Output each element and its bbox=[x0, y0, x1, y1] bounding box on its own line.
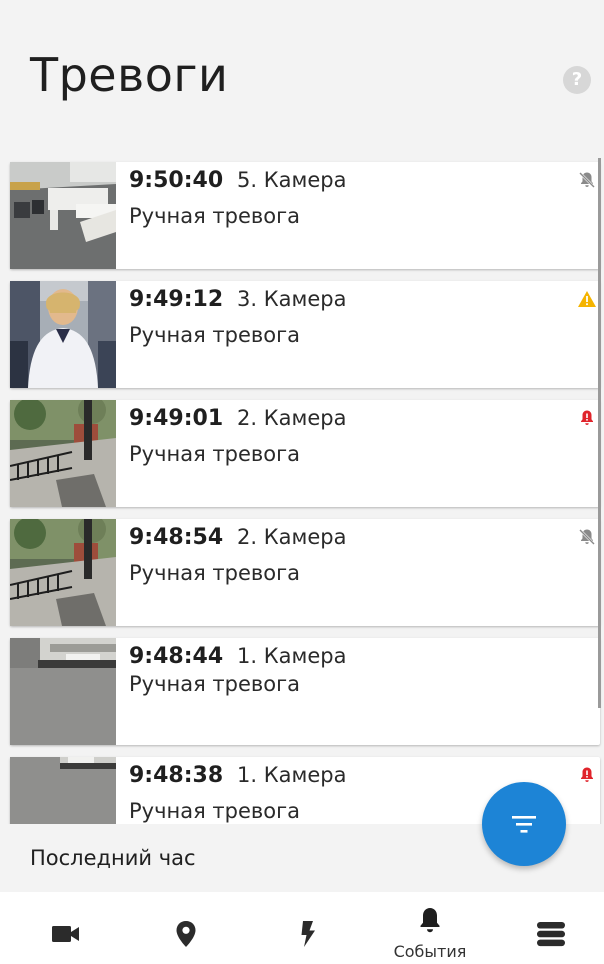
bell-alarm-icon bbox=[581, 767, 593, 782]
event-type: Ручная тревога bbox=[129, 799, 301, 823]
warning-icon bbox=[578, 291, 596, 307]
event-camera: 2. Камера bbox=[237, 406, 347, 430]
event-time: 9:48:38 bbox=[129, 763, 224, 788]
nav-menu[interactable] bbox=[511, 892, 591, 964]
event-camera: 1. Камера bbox=[237, 644, 347, 668]
event-thumbnail bbox=[10, 400, 116, 507]
map-pin-icon bbox=[176, 921, 196, 947]
event-type: Ручная тревога bbox=[129, 672, 301, 696]
bell-icon bbox=[420, 908, 440, 933]
bell-muted-icon bbox=[579, 529, 595, 545]
event-thumbnail bbox=[10, 519, 116, 626]
event-camera: 5. Камера bbox=[237, 168, 347, 192]
event-card[interactable]: 9:48:44 1. Камера Ручная тревога bbox=[10, 638, 600, 745]
event-camera: 1. Камера bbox=[237, 763, 347, 787]
event-thumbnail bbox=[10, 162, 116, 269]
filter-button[interactable] bbox=[482, 782, 566, 866]
bell-alarm-icon bbox=[581, 410, 593, 425]
lightning-icon bbox=[301, 921, 315, 947]
nav-events[interactable]: События bbox=[390, 892, 470, 964]
help-icon[interactable]: ? bbox=[563, 66, 591, 94]
nav-map[interactable] bbox=[146, 892, 226, 964]
app-header: Тревоги ? bbox=[0, 0, 604, 160]
event-card[interactable]: 9:49:01 2. Камера Ручная тревога bbox=[10, 400, 600, 507]
event-card[interactable]: 9:49:12 3. Камера Ручная тревога bbox=[10, 281, 600, 388]
page-title: Тревоги bbox=[30, 48, 229, 102]
event-time: 9:49:01 bbox=[129, 406, 224, 431]
event-camera: 3. Камера bbox=[237, 287, 347, 311]
event-type: Ручная тревога bbox=[129, 204, 301, 228]
event-thumbnail bbox=[10, 757, 116, 824]
event-type: Ручная тревога bbox=[129, 442, 301, 466]
bottom-navigation: События bbox=[0, 892, 604, 964]
period-label: Последний час bbox=[30, 846, 196, 870]
nav-events-label: События bbox=[393, 942, 467, 961]
menu-icon bbox=[537, 922, 565, 947]
filter-icon bbox=[512, 816, 536, 833]
event-list[interactable]: 9:50:40 5. Камера Ручная тревога 9:49:12… bbox=[0, 160, 604, 824]
list-scrollbar[interactable] bbox=[598, 158, 601, 708]
event-time: 9:48:54 bbox=[129, 525, 224, 550]
event-camera: 2. Камера bbox=[237, 525, 347, 549]
event-thumbnail bbox=[10, 281, 116, 388]
event-card[interactable]: 9:48:54 2. Камера Ручная тревога bbox=[10, 519, 600, 626]
camera-icon bbox=[52, 926, 79, 942]
event-time: 9:49:12 bbox=[129, 287, 224, 312]
event-time: 9:50:40 bbox=[129, 168, 224, 193]
bell-muted-icon bbox=[579, 172, 595, 188]
event-thumbnail bbox=[10, 638, 116, 745]
event-card[interactable]: 9:50:40 5. Камера Ручная тревога bbox=[10, 162, 600, 269]
event-type: Ручная тревога bbox=[129, 323, 301, 347]
nav-actions[interactable] bbox=[268, 892, 348, 964]
event-type: Ручная тревога bbox=[129, 561, 301, 585]
event-time: 9:48:44 bbox=[129, 644, 224, 669]
nav-cameras[interactable] bbox=[26, 892, 106, 964]
